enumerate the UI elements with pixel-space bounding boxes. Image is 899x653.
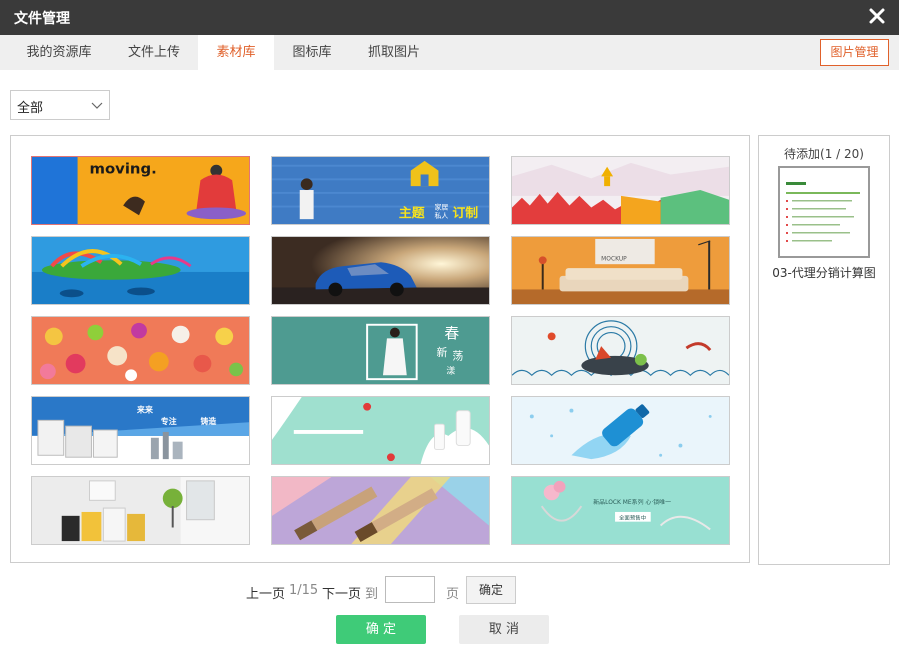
pending-title: 待添加(1 / 20) bbox=[784, 147, 864, 161]
svg-text:新: 新 bbox=[436, 346, 447, 359]
ok-button[interactable]: 确 定 bbox=[336, 615, 426, 644]
svg-text:新品LOCK ME系列 心·锁唯一: 新品LOCK ME系列 心·锁唯一 bbox=[593, 498, 671, 506]
tab-bar: 我的资源库 文件上传 素材库 图标库 抓取图片 图片管理 bbox=[0, 35, 899, 70]
thumbnail-brushes-banner[interactable] bbox=[271, 476, 490, 545]
material-grid: moving. 主题 家居 私人 订制 MOCKUP 春 新 荡 漾 来来 专注… bbox=[10, 135, 750, 563]
thumbnail-seafood-banner[interactable] bbox=[511, 316, 730, 385]
svg-text:荡: 荡 bbox=[452, 350, 463, 363]
cancel-button[interactable]: 取 消 bbox=[459, 615, 549, 644]
page-unit-label: 页 bbox=[446, 587, 460, 602]
go-to-page-button[interactable]: 确定 bbox=[466, 576, 516, 604]
thumbnail-waterpark-banner[interactable] bbox=[31, 236, 250, 305]
tab-file-upload[interactable]: 文件上传 bbox=[110, 35, 198, 70]
moving-text: moving. bbox=[89, 161, 156, 178]
page-indicator: 1/15 bbox=[289, 583, 319, 598]
svg-text:铸造: 铸造 bbox=[199, 416, 216, 426]
tab-icon-library[interactable]: 图标库 bbox=[276, 35, 348, 70]
chevron-down-icon bbox=[91, 102, 103, 109]
thumbnail-moving-banner[interactable]: moving. bbox=[31, 156, 250, 225]
thumbnail-food-banner[interactable] bbox=[31, 316, 250, 385]
svg-text:漾: 漾 bbox=[446, 364, 455, 376]
next-page-link[interactable]: 下一页 bbox=[322, 583, 361, 602]
thumbnail-living-room-banner[interactable]: MOCKUP bbox=[511, 236, 730, 305]
svg-text:私人: 私人 bbox=[435, 211, 449, 220]
svg-text:春: 春 bbox=[444, 325, 459, 342]
thumbnail-milk-banner[interactable] bbox=[271, 396, 490, 465]
thumbnail-car-banner[interactable] bbox=[271, 236, 490, 305]
page-number-input[interactable] bbox=[385, 576, 435, 603]
svg-text:专注: 专注 bbox=[161, 416, 177, 426]
thumbnail-celebration-banner[interactable] bbox=[511, 156, 730, 225]
goto-label: 到 bbox=[365, 587, 379, 602]
thumbnail-jewelry-banner[interactable]: 新品LOCK ME系列 心·锁唯一 全面预售中 bbox=[511, 476, 730, 545]
category-select-value: 全部 bbox=[17, 101, 44, 116]
window-title: 文件管理 bbox=[14, 11, 70, 27]
tab-grab-image[interactable]: 抓取图片 bbox=[352, 35, 436, 70]
thumbnail-paint-banner[interactable] bbox=[31, 476, 250, 545]
pending-panel: 待添加(1 / 20) 03-代理分销计算图 bbox=[758, 135, 890, 565]
title-bar: 文件管理 bbox=[0, 0, 899, 35]
svg-text:MOCKUP: MOCKUP bbox=[601, 256, 627, 262]
image-management-button[interactable]: 图片管理 bbox=[820, 39, 889, 66]
svg-text:家居: 家居 bbox=[435, 203, 449, 212]
thumbnail-water-bottle-banner[interactable] bbox=[511, 396, 730, 465]
tab-my-library[interactable]: 我的资源库 bbox=[14, 35, 104, 70]
svg-text:主题: 主题 bbox=[399, 205, 425, 221]
svg-text:全面预售中: 全面预售中 bbox=[619, 514, 646, 522]
pending-item-thumbnail[interactable] bbox=[778, 166, 870, 258]
prev-page-link[interactable]: 上一页 bbox=[246, 583, 285, 602]
svg-text:来来: 来来 bbox=[136, 405, 153, 415]
thumbnail-building-banner[interactable]: 来来 专注 铸造 bbox=[31, 396, 250, 465]
pending-item-name: 03-代理分销计算图 bbox=[772, 266, 876, 280]
close-icon[interactable] bbox=[865, 4, 889, 28]
category-select[interactable]: 全部 bbox=[10, 90, 110, 120]
tab-material-library[interactable]: 素材库 bbox=[198, 35, 274, 70]
thumbnail-spring-fashion-banner[interactable]: 春 新 荡 漾 bbox=[271, 316, 490, 385]
thumbnail-custom-home-banner[interactable]: 主题 家居 私人 订制 bbox=[271, 156, 490, 225]
svg-text:订制: 订制 bbox=[452, 205, 478, 221]
